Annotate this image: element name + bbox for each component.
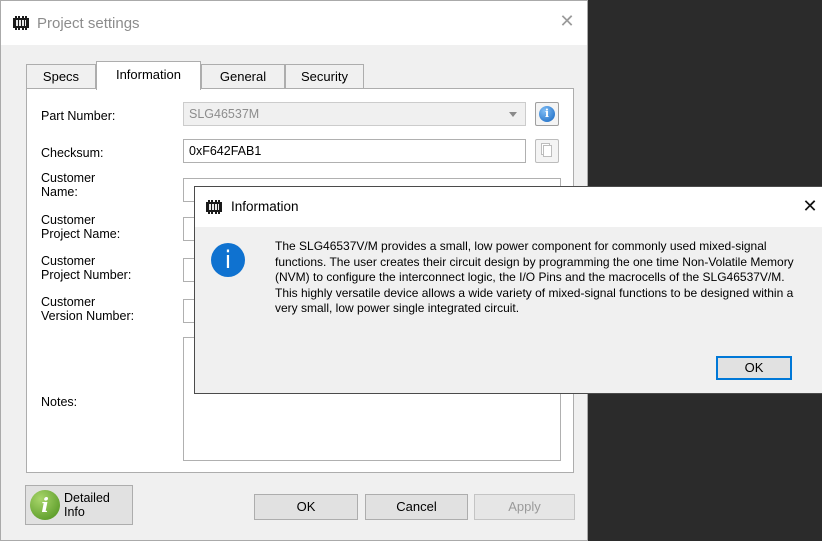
chip-icon: [13, 16, 29, 30]
window-titlebar[interactable]: Project settings ✕: [1, 1, 587, 45]
close-icon[interactable]: ✕: [800, 196, 820, 216]
cancel-button[interactable]: Cancel: [365, 494, 468, 520]
dialog-title: Information: [231, 199, 299, 214]
window-title: Project settings: [37, 15, 140, 32]
tab-security[interactable]: Security: [285, 64, 364, 89]
part-number-label: Part Number:: [41, 109, 116, 123]
part-number-value: SLG46537M: [189, 107, 260, 121]
information-dialog: Information ✕ i The SLG46537V/M provides…: [194, 186, 822, 394]
checksum-field[interactable]: 0xF642FAB1: [183, 139, 526, 163]
notes-label: Notes:: [41, 395, 78, 409]
apply-button[interactable]: Apply: [474, 494, 575, 520]
green-info-icon: i: [30, 490, 60, 520]
dialog-message: The SLG46537V/M provides a small, low po…: [275, 239, 794, 315]
chip-icon: [206, 200, 222, 214]
tab-information[interactable]: Information: [96, 61, 201, 90]
information-icon: i: [211, 243, 245, 277]
part-info-button[interactable]: i: [535, 102, 559, 126]
detailed-info-button[interactable]: i Detailed Info: [25, 485, 133, 525]
ok-button[interactable]: OK: [254, 494, 358, 520]
info-icon: i: [539, 106, 555, 122]
copy-checksum-button[interactable]: [535, 139, 559, 163]
tab-specs[interactable]: Specs: [26, 64, 96, 89]
part-number-dropdown[interactable]: SLG46537M: [183, 102, 526, 126]
customer-name-label: Customer Name:: [41, 171, 96, 199]
customer-project-name-label: Customer Project Name:: [41, 213, 121, 241]
customer-project-number-label: Customer Project Number:: [41, 254, 132, 282]
tab-general[interactable]: General: [201, 64, 285, 89]
chevron-down-icon: [509, 112, 517, 117]
close-icon[interactable]: ✕: [557, 11, 577, 31]
checksum-value: 0xF642FAB1: [189, 144, 262, 158]
checksum-label: Checksum:: [41, 146, 104, 160]
dialog-ok-button[interactable]: OK: [716, 356, 792, 380]
customer-version-number-label: Customer Version Number:: [41, 295, 135, 323]
dialog-titlebar[interactable]: Information ✕: [195, 187, 822, 227]
